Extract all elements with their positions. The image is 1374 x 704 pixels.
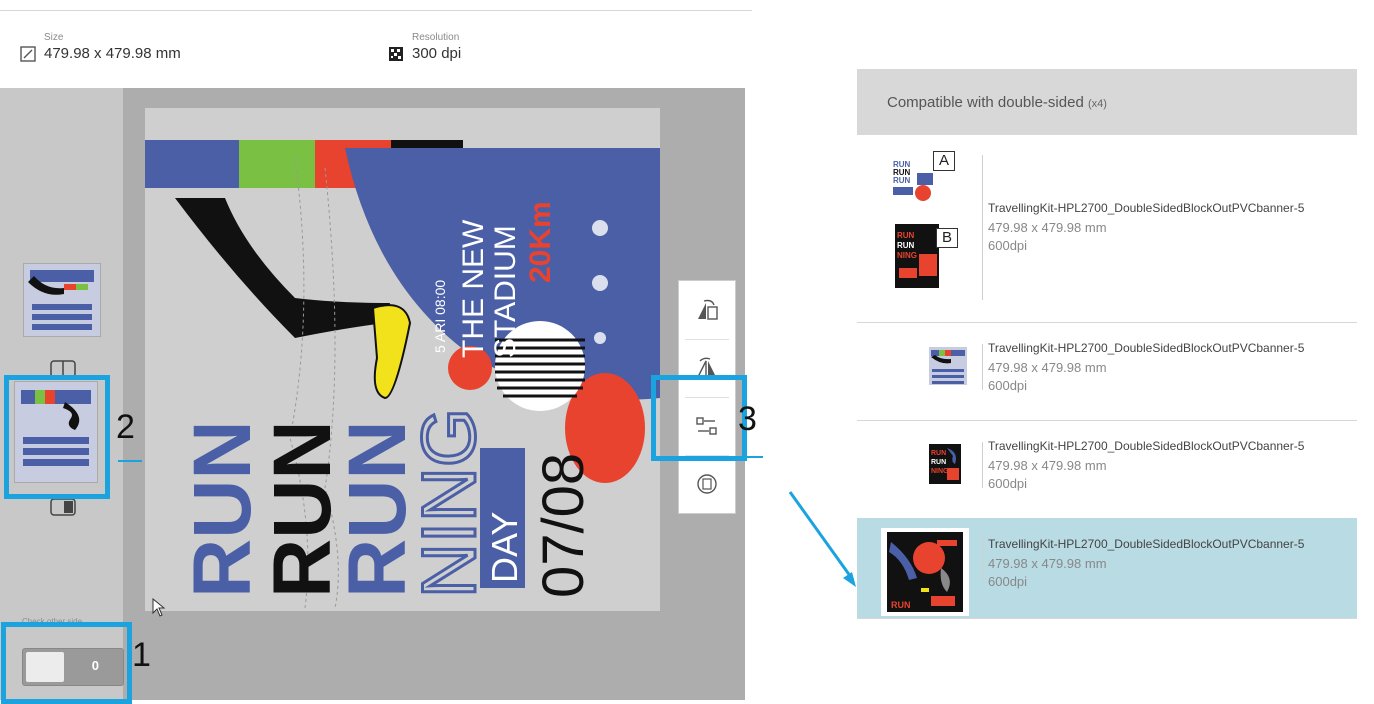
highlight-box-2 xyxy=(4,375,110,499)
divider xyxy=(0,10,752,11)
tool-accent-line xyxy=(745,456,763,458)
poster-distance: 20Km xyxy=(524,201,557,283)
file-size: 479.98 x 479.98 mm xyxy=(988,220,1107,235)
svg-text:RUN: RUN xyxy=(931,450,946,457)
svg-text:RUN: RUN xyxy=(897,231,915,240)
color-swatch-green xyxy=(239,140,315,188)
flip-button[interactable] xyxy=(679,455,735,513)
file-row-4-selected[interactable]: RUN TravellingKit-HPL2700_DoubleSidedBlo… xyxy=(857,518,1357,619)
file-thumb: RUN xyxy=(881,528,969,616)
file-thumb-a: RUN RUN RUN xyxy=(891,157,935,203)
mouse-cursor-icon xyxy=(152,598,166,617)
svg-text:RUN: RUN xyxy=(893,176,911,185)
poster-time: 5 ARI 08:00 xyxy=(432,280,448,353)
file-thumb xyxy=(929,347,967,385)
rotate-left-icon xyxy=(698,299,718,320)
highlight-box-1 xyxy=(1,622,132,704)
poster-venue-2: STADIUM xyxy=(489,225,522,358)
file-name: TravellingKit-HPL2700_DoubleSidedBlockOu… xyxy=(988,341,1305,355)
side-a-thumbnail[interactable] xyxy=(23,263,101,337)
svg-text:NING: NING xyxy=(897,251,917,260)
file-name: TravellingKit-HPL2700_DoubleSidedBlockOu… xyxy=(988,439,1305,453)
file-row-3[interactable]: RUN RUN NING TravellingKit-HPL2700_Doubl… xyxy=(857,420,1357,519)
color-swatch-blue xyxy=(145,140,239,188)
file-name: TravellingKit-HPL2700_DoubleSidedBlockOu… xyxy=(988,201,1305,215)
side-a-badge: A xyxy=(933,151,955,171)
poster-preview: RUN RUN RUN NING DAY 07/08 5 ARI 08:00 T… xyxy=(145,108,660,611)
svg-text:NING: NING xyxy=(931,468,949,475)
file-dpi: 600dpi xyxy=(988,476,1028,491)
file-row-2[interactable]: TravellingKit-HPL2700_DoubleSidedBlockOu… xyxy=(857,322,1357,421)
poster-word-1: RUN xyxy=(177,420,268,598)
list-header-count: (x4) xyxy=(1087,98,1107,110)
list-header-title: Compatible with double-sided xyxy=(887,94,1084,111)
poster-badge: DAY xyxy=(484,512,525,583)
selection-line xyxy=(118,460,142,462)
file-size: 479.98 x 479.98 mm xyxy=(988,458,1107,473)
resolution-label: Resolution xyxy=(412,32,460,43)
poster-date: 07/08 xyxy=(531,453,596,598)
svg-text:RUN: RUN xyxy=(897,241,915,250)
marker-1: 1 xyxy=(132,636,151,674)
file-row-1[interactable]: RUN RUN RUN A RUN RUN NING B TravellingK… xyxy=(857,135,1357,323)
file-dpi: 600dpi xyxy=(988,574,1028,589)
file-dpi: 600dpi xyxy=(988,238,1028,253)
poster-venue-1: THE NEW xyxy=(457,219,490,358)
size-info: Size 479.98 x 479.98 mm xyxy=(20,32,181,64)
side-b-icon xyxy=(50,498,76,516)
file-thumb-b: RUN RUN NING xyxy=(895,224,939,288)
poster-artwork: RUN RUN RUN NING DAY 07/08 5 ARI 08:00 T… xyxy=(145,140,660,609)
runner-shoe xyxy=(371,304,412,400)
marker-2: 2 xyxy=(116,408,135,446)
file-name: TravellingKit-HPL2700_DoubleSidedBlockOu… xyxy=(988,537,1305,551)
resize-icon xyxy=(20,46,36,62)
compatible-files-list: Compatible with double-sided (x4) RUN RU… xyxy=(857,69,1357,621)
rotate-left-button[interactable] xyxy=(679,281,735,339)
marker-3: 3 xyxy=(738,400,757,438)
file-thumb: RUN RUN NING xyxy=(929,444,961,484)
resolution-icon xyxy=(389,47,403,61)
poster-word-4: NING xyxy=(407,408,492,598)
resolution-info: Resolution 300 dpi xyxy=(388,32,461,64)
size-value: 479.98 x 479.98 mm xyxy=(44,45,181,62)
highlight-box-3 xyxy=(651,375,747,461)
runner-leg xyxy=(175,198,390,338)
svg-text:RUN: RUN xyxy=(931,459,946,466)
flip-icon xyxy=(697,474,717,494)
resolution-value: 300 dpi xyxy=(412,45,462,62)
side-b-badge: B xyxy=(936,228,958,248)
file-dpi: 600dpi xyxy=(988,378,1028,393)
svg-text:RUN: RUN xyxy=(891,600,911,610)
size-label: Size xyxy=(44,32,64,43)
file-size: 479.98 x 479.98 mm xyxy=(988,360,1107,375)
list-header: Compatible with double-sided (x4) xyxy=(857,69,1357,135)
file-size: 479.98 x 479.98 mm xyxy=(988,556,1107,571)
